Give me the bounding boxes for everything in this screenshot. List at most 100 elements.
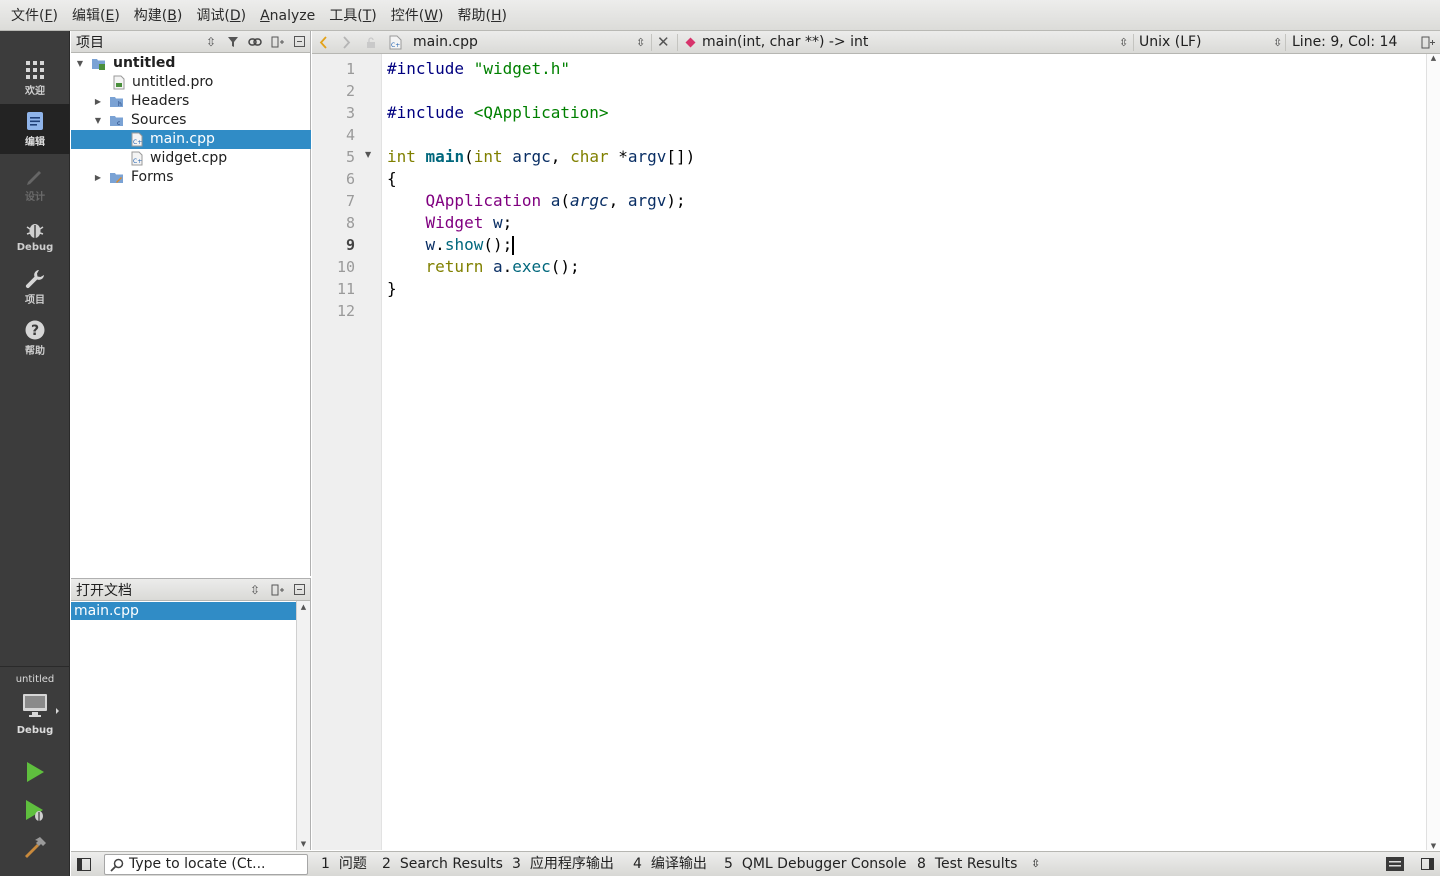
split-editor-icon[interactable] (1421, 36, 1435, 49)
filter-icon[interactable] (222, 32, 244, 52)
chevron-right-icon[interactable]: ▶ (93, 168, 103, 187)
menu-debug[interactable]: 调试(D) (189, 0, 253, 31)
close-pane-icon[interactable] (288, 32, 310, 52)
tree-item-headers[interactable]: ▶ h Headers (71, 92, 311, 111)
mode-projects[interactable]: 项目 (0, 262, 70, 312)
mode-welcome[interactable]: 欢迎 (0, 53, 70, 103)
mode-help[interactable]: ? 帮助 (0, 313, 70, 363)
code-line[interactable]: return a.exec(); (387, 256, 580, 278)
open-documents-title[interactable]: 打开文档 (76, 580, 244, 600)
code-line[interactable]: Widget w; (387, 212, 513, 234)
tree-item-widget-cpp[interactable]: C+ widget.cpp (71, 149, 311, 168)
chevron-right-icon[interactable]: ▶ (93, 92, 103, 111)
tree-item-forms[interactable]: ▶ Forms (71, 168, 311, 187)
updown-icon[interactable]: ⇳ (200, 32, 222, 52)
editor-toolbar: C+ main.cpp ⇳ ✕ main(int, char **) -> in… (312, 31, 1440, 54)
back-arrow-icon[interactable] (319, 36, 328, 49)
svg-text:C+: C+ (133, 158, 142, 165)
close-document-icon[interactable]: ✕ (657, 31, 670, 54)
menu-analyze[interactable]: Analyze (253, 0, 322, 31)
progress-details-icon[interactable] (1386, 857, 1404, 871)
scroll-up-icon[interactable]: ▲ (1427, 54, 1440, 62)
scroll-down-icon[interactable]: ▼ (1427, 842, 1440, 850)
updown-icon[interactable]: ⇳ (1031, 852, 1040, 876)
kit-selector[interactable] (0, 666, 70, 667)
pane-tab-application-output[interactable]: 3 应用程序输出 (512, 852, 614, 876)
locator-input[interactable]: Type to locate (Ct... (104, 854, 308, 875)
code-token: , (550, 147, 571, 166)
monitor-icon[interactable] (22, 693, 62, 721)
pane-tab-qml-debugger-console[interactable]: 5 QML Debugger Console (724, 852, 907, 876)
forward-arrow-icon[interactable] (342, 36, 351, 49)
open-documents-scrollbar[interactable]: ▲ ▼ (296, 601, 310, 850)
project-folder-icon (92, 59, 105, 70)
symbol-selector[interactable]: main(int, char **) -> int (702, 31, 868, 54)
updown-icon[interactable]: ⇳ (636, 31, 645, 54)
code-line[interactable]: { (387, 168, 397, 190)
updown-icon[interactable]: ⇳ (1119, 31, 1128, 54)
tree-label: Headers (131, 93, 190, 109)
code-line[interactable]: #include <QApplication> (387, 102, 609, 124)
mode-design[interactable]: 设计 (0, 159, 70, 209)
chevron-down-icon[interactable]: ▼ (93, 111, 103, 130)
pane-tab-issues[interactable]: 1 问题 (321, 852, 367, 876)
open-document-item[interactable]: main.cpp (71, 602, 297, 620)
code-token: argv (627, 191, 667, 210)
menu-build[interactable]: 构建(B) (127, 0, 190, 31)
fold-marker-icon[interactable]: ▼ (365, 150, 371, 159)
code-line[interactable]: QApplication a(argc, argv); (387, 190, 686, 212)
cursor-position[interactable]: Line: 9, Col: 14 (1292, 31, 1397, 54)
link-icon[interactable] (244, 32, 266, 52)
tree-label: untitled (113, 55, 176, 71)
tree-item-untitled[interactable]: ▼ untitled (71, 54, 311, 73)
toggle-sidebar-icon[interactable] (77, 858, 91, 871)
debug-run-icon[interactable] (22, 797, 48, 823)
pane-tab-compile-output[interactable]: 4 编译输出 (633, 852, 707, 876)
tree-item-pro-file[interactable]: untitled.pro (71, 73, 311, 92)
project-pane-title[interactable]: 项目 (76, 32, 200, 52)
line-number: 5 (345, 148, 355, 166)
current-file-selector[interactable]: main.cpp (413, 31, 478, 54)
scroll-down-icon[interactable]: ▼ (297, 838, 310, 850)
tree-label: widget.cpp (150, 150, 228, 166)
split-icon[interactable] (266, 32, 288, 52)
toggle-right-sidebar-icon[interactable] (1421, 858, 1434, 870)
code-line[interactable]: #include "widget.h" (387, 58, 570, 80)
mode-edit[interactable]: 编辑 (0, 104, 70, 154)
code-line[interactable]: int main(int argc, char *argv[]) (387, 146, 695, 168)
close-pane-icon[interactable] (288, 580, 310, 600)
menu-widgets[interactable]: 控件(W) (384, 0, 451, 31)
code-token: #include (387, 59, 474, 78)
code-line[interactable]: } (387, 278, 397, 300)
split-icon[interactable] (266, 580, 288, 600)
updown-icon[interactable]: ⇳ (1273, 31, 1282, 54)
code-line[interactable]: w.show(); (387, 234, 515, 256)
pane-tab-test-results[interactable]: 8 Test Results (917, 852, 1017, 876)
editor-scrollbar[interactable]: ▲ ▼ (1426, 54, 1440, 850)
cpp-file-icon: C+ (131, 132, 143, 147)
pane-tab-number: 4 (633, 856, 642, 872)
menu-tools[interactable]: 工具(T) (322, 0, 384, 31)
code-editor[interactable]: 1 2 3 4 5 ▼ 6 7 8 9 10 11 12 #include "w… (312, 54, 1440, 850)
line-ending-selector[interactable]: Unix (LF) (1139, 31, 1202, 54)
run-icon[interactable] (22, 759, 48, 785)
line-number-gutter[interactable]: 1 2 3 4 5 ▼ 6 7 8 9 10 11 12 (312, 54, 382, 850)
menu-edit[interactable]: 编辑(E) (65, 0, 127, 31)
line-number: 2 (345, 82, 355, 100)
tree-item-sources[interactable]: ▼ c Sources (71, 111, 311, 130)
menu-file[interactable]: 文件(F) (4, 0, 65, 31)
mode-debug[interactable]: Debug (0, 211, 70, 261)
updown-icon[interactable]: ⇳ (244, 580, 266, 600)
tree-item-main-cpp[interactable]: C+ main.cpp (71, 130, 311, 149)
scroll-up-icon[interactable]: ▲ (297, 601, 310, 613)
code-token: int (473, 147, 503, 166)
code-token: ( (560, 191, 571, 210)
line-number: 1 (345, 60, 355, 78)
pane-tab-search-results[interactable]: 2 Search Results (382, 852, 503, 876)
hammer-icon[interactable] (22, 834, 48, 860)
svg-text:c: c (117, 120, 120, 127)
chevron-down-icon[interactable]: ▼ (75, 54, 85, 73)
kit-project-name: untitled (15, 674, 55, 685)
menu-help[interactable]: 帮助(H) (451, 0, 514, 31)
code-token: ( (464, 147, 474, 166)
